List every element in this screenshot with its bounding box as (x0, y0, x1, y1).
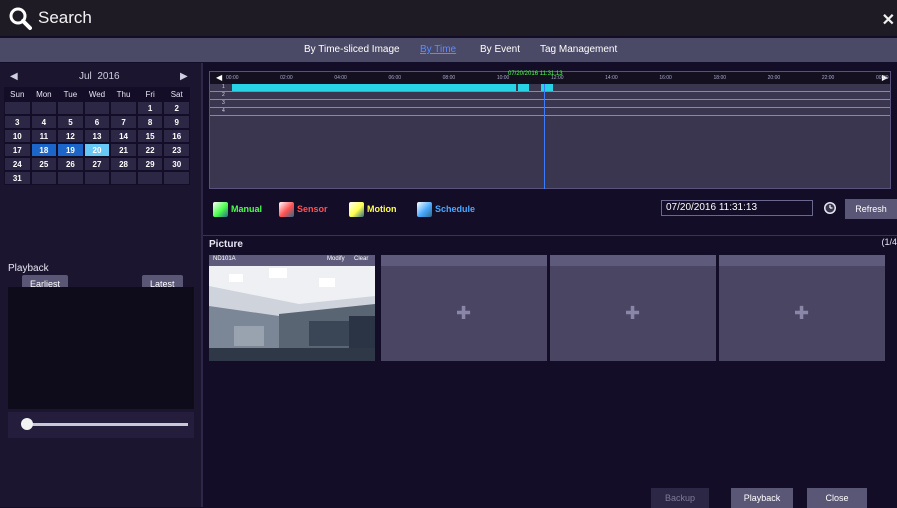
timeline-tick-label: 00:00 (876, 75, 889, 81)
slider-track (22, 423, 188, 426)
legend-label: Manual (231, 204, 263, 214)
left-panel: ◀ Jul 2016 ▶ Sun Mon Tue Wed Thu Fri Sat 1 2 3 4 5 6… (0, 63, 203, 507)
timeline-left-arrow-icon[interactable]: ◀ (216, 73, 222, 82)
tab-by-event[interactable]: By Event (480, 44, 520, 55)
picture-slot-4[interactable]: ✚ (719, 255, 885, 361)
playback-label: Playback (8, 263, 49, 274)
datetime-field[interactable]: 07/20/2016 11:31:13 (661, 200, 813, 216)
playback-section: Playback (0, 75, 201, 507)
picture-label: Picture (209, 239, 243, 250)
backup-button[interactable]: Backup (651, 488, 709, 508)
tab-by-time[interactable]: By Time (420, 44, 456, 55)
legend-label: Motion (367, 204, 397, 214)
refresh-button[interactable]: Refresh (845, 199, 897, 219)
picture-slot-header (381, 255, 547, 266)
legend-label: Schedule (435, 204, 476, 214)
picture-slot-header (550, 255, 716, 266)
add-icon[interactable]: ✚ (625, 303, 640, 324)
picture-slot-2[interactable]: ✚ (381, 255, 547, 361)
timeline-tick-label: 16:00 (659, 75, 672, 81)
playback-preview (8, 287, 194, 409)
modify-button[interactable]: Modify (327, 256, 345, 262)
close-button[interactable]: Close (807, 488, 867, 508)
timeline-channel-row[interactable]: 4 (210, 108, 890, 116)
camera-snapshot-image (209, 266, 375, 361)
schedule-icon (417, 202, 432, 217)
timeline-tick-label: 10:00 (496, 75, 510, 81)
legend-label: Sensor (297, 204, 328, 214)
clock-icon[interactable] (823, 201, 837, 215)
playback-slider[interactable] (8, 412, 194, 438)
timeline-channel-row[interactable]: 2 (210, 92, 890, 100)
timeline-header: ◀ 07/20/2016 11:31:13 ▶ 00:00 02:00 04:00 0… (210, 71, 890, 84)
slider-handle[interactable] (21, 418, 34, 430)
main-area: ◀ 07/20/2016 11:31:13 ▶ 00:00 02:00 04:00 0… (203, 63, 897, 508)
add-icon[interactable]: ✚ (794, 303, 809, 324)
sensor-icon (279, 202, 294, 217)
timeline-tick-label: 04:00 (334, 75, 347, 81)
timeline-tick-label: 20:00 (767, 75, 781, 81)
timeline-tick-label: 06:00 (388, 75, 402, 81)
motion-icon (349, 202, 364, 217)
channel-number: 2 (222, 92, 225, 98)
camera-name: ND101A (213, 256, 236, 262)
close-icon[interactable]: ✕ (882, 10, 895, 30)
channel-number: 4 (222, 108, 225, 114)
recording-segment[interactable] (517, 84, 529, 91)
timeline-cursor[interactable] (544, 84, 545, 189)
timeline-tick-label: 02:00 (280, 75, 293, 81)
timeline-channel-row[interactable]: 1 (210, 84, 890, 92)
timeline-tick-label: 12:00 (551, 75, 564, 81)
timeline-channel-row[interactable]: 3 (210, 100, 890, 108)
recording-segment[interactable] (540, 84, 553, 91)
tab-tag-management[interactable]: Tag Management (540, 44, 617, 55)
divider (203, 235, 897, 236)
timeline[interactable]: ◀ 07/20/2016 11:31:13 ▶ 00:00 02:00 04:00 0… (209, 71, 891, 189)
playback-button[interactable]: Playback (731, 488, 793, 508)
manual-record-icon (213, 202, 228, 217)
window-title: Search (38, 8, 92, 27)
channel-number: 1 (222, 84, 225, 90)
picture-slot-header: ND101A Modify Clear (209, 255, 375, 266)
picture-slot-header (719, 255, 885, 266)
title-bar: Search ✕ (0, 0, 897, 36)
recording-segment[interactable] (232, 84, 517, 91)
timeline-tick-label: 00:00 (226, 75, 239, 81)
picture-slot-3[interactable]: ✚ (550, 255, 716, 361)
timeline-tick-label: 08:00 (442, 75, 456, 81)
timeline-tick-label: 18:00 (713, 75, 727, 81)
clear-button[interactable]: Clear (354, 256, 368, 262)
picture-slot-1[interactable]: ND101A Modify Clear (209, 255, 375, 361)
tab-bar: By Time-sliced Image By Time By Event Ta… (0, 38, 897, 62)
tab-by-time-sliced-image[interactable]: By Time-sliced Image (304, 44, 400, 55)
page-indicator: (1/4 (881, 237, 897, 247)
channel-number: 3 (222, 100, 225, 106)
timeline-tick-label: 14:00 (605, 75, 618, 81)
add-icon[interactable]: ✚ (456, 303, 471, 324)
search-icon (9, 7, 32, 30)
timeline-tick-label: 22:00 (821, 75, 835, 81)
